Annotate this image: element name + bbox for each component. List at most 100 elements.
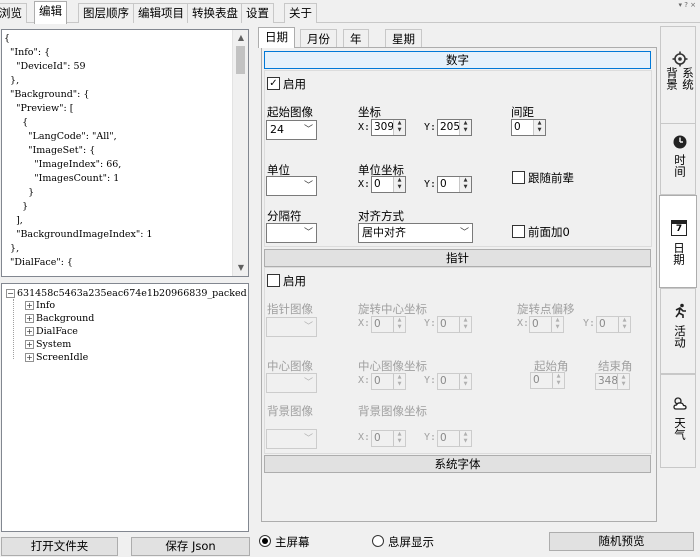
tab-about[interactable]: 关于	[284, 3, 317, 23]
tab-layer-order[interactable]: 图层顺序	[78, 3, 134, 23]
spin-up-icon[interactable]: ▲	[394, 374, 405, 381]
spin-buttons[interactable]: ▲ ▼	[459, 374, 471, 389]
tree-item-system[interactable]: + System	[25, 339, 71, 351]
start-angle-input[interactable]: 0 ▲ ▼	[530, 372, 565, 389]
start-image-select[interactable]: 24 ﹀	[266, 120, 317, 140]
scroll-thumb[interactable]	[236, 46, 245, 74]
spin-down-icon[interactable]: ▼	[394, 381, 405, 388]
window-hint[interactable]: ▾ ? ×	[678, 1, 696, 9]
bg-y-input[interactable]: 0 ▲ ▼	[437, 430, 472, 447]
spin-up-icon[interactable]: ▲	[460, 177, 471, 184]
spin-buttons[interactable]: ▲ ▼	[533, 120, 545, 135]
spin-up-icon[interactable]: ▲	[534, 120, 545, 127]
expand-icon[interactable]: +	[25, 327, 34, 336]
tab-date[interactable]: 7 日期	[659, 195, 697, 288]
spin-up-icon[interactable]: ▲	[552, 317, 563, 324]
tab-edit[interactable]: 编辑	[34, 1, 67, 24]
spin-up-icon[interactable]: ▲	[394, 317, 405, 324]
subtab-weekday[interactable]: 星期	[385, 29, 422, 48]
pointer-section-header[interactable]: 指针	[264, 249, 651, 267]
spin-down-icon[interactable]: ▼	[460, 127, 471, 134]
spin-up-icon[interactable]: ▲	[394, 431, 405, 438]
spin-buttons[interactable]: ▲ ▼	[551, 317, 563, 332]
subtab-year[interactable]: 年	[343, 29, 369, 48]
spin-down-icon[interactable]: ▼	[460, 438, 471, 445]
spacing-input[interactable]: 0 ▲ ▼	[511, 119, 546, 136]
collapse-icon[interactable]: −	[6, 289, 15, 298]
spin-buttons[interactable]: ▲ ▼	[393, 374, 405, 389]
scroll-down-arrow-icon[interactable]: ▼	[233, 260, 248, 276]
spin-down-icon[interactable]: ▼	[394, 184, 405, 191]
spin-buttons[interactable]: ▲ ▼	[393, 120, 405, 135]
json-tree-view[interactable]: −631458c5463a235eac674e1b20966839_packed…	[1, 283, 249, 532]
rot-offset-x-input[interactable]: 0 ▲ ▼	[529, 316, 564, 333]
end-angle-input[interactable]: 348 ▲ ▼	[595, 373, 630, 390]
tab-settings[interactable]: 设置	[241, 3, 274, 23]
spin-down-icon[interactable]: ▼	[394, 438, 405, 445]
spin-buttons[interactable]: ▲ ▼	[459, 120, 471, 135]
unit-x-input[interactable]: 0 ▲ ▼	[371, 176, 406, 193]
center-y-input[interactable]: 0 ▲ ▼	[437, 373, 472, 390]
spin-buttons[interactable]: ▲ ▼	[618, 317, 630, 332]
tree-item-info[interactable]: + Info	[25, 300, 55, 312]
follow-prev-checkbox[interactable]	[512, 171, 525, 184]
align-select[interactable]: 居中对齐 ﹀	[358, 223, 473, 243]
spin-up-icon[interactable]: ▲	[460, 317, 471, 324]
center-x-input[interactable]: 0 ▲ ▼	[371, 373, 406, 390]
save-json-button[interactable]: 保存 Json	[131, 537, 250, 556]
spin-down-icon[interactable]: ▼	[552, 324, 563, 331]
unit-select[interactable]: ﹀	[266, 176, 317, 196]
rot-center-x-input[interactable]: 0 ▲ ▼	[371, 316, 406, 333]
tab-edit-items[interactable]: 编辑项目	[133, 3, 189, 23]
tab-convert-dial[interactable]: 转换表盘	[187, 3, 243, 23]
spin-up-icon[interactable]: ▲	[460, 120, 471, 127]
bg-x-input[interactable]: 0 ▲ ▼	[371, 430, 406, 447]
leading-zero-checkbox[interactable]	[512, 225, 525, 238]
spin-buttons[interactable]: ▲ ▼	[393, 317, 405, 332]
tab-system-background[interactable]: 系统 背景	[660, 26, 696, 131]
spin-up-icon[interactable]: ▲	[460, 431, 471, 438]
spin-up-icon[interactable]: ▲	[394, 177, 405, 184]
expand-icon[interactable]: +	[25, 314, 34, 323]
main-screen-radio[interactable]	[259, 535, 271, 547]
scroll-up-arrow-icon[interactable]: ▲	[233, 30, 248, 46]
open-folder-button[interactable]: 打开文件夹	[1, 537, 118, 556]
tree-item-screenidle[interactable]: + ScreenIdle	[25, 352, 88, 364]
unit-y-input[interactable]: 0 ▲ ▼	[437, 176, 472, 193]
tree-root[interactable]: −631458c5463a235eac674e1b20966839_packed	[6, 288, 247, 300]
spin-down-icon[interactable]: ▼	[394, 127, 405, 134]
tab-time[interactable]: 时间	[660, 123, 696, 195]
system-font-section-header[interactable]: 系统字体	[264, 455, 651, 473]
json-text-box[interactable]: { "Info": { "DeviceId": 59 }, "Backgroun…	[1, 29, 249, 277]
spin-down-icon[interactable]: ▼	[619, 324, 630, 331]
separator-select[interactable]: ﹀	[266, 223, 317, 243]
spin-down-icon[interactable]: ▼	[553, 380, 564, 387]
pointer-enable-checkbox[interactable]	[267, 274, 280, 287]
spin-up-icon[interactable]: ▲	[618, 374, 629, 381]
rot-offset-y-input[interactable]: 0 ▲ ▼	[596, 316, 631, 333]
spin-up-icon[interactable]: ▲	[619, 317, 630, 324]
spin-buttons[interactable]: ▲ ▼	[617, 374, 629, 389]
subtab-month[interactable]: 月份	[300, 29, 337, 48]
spin-buttons[interactable]: ▲ ▼	[459, 177, 471, 192]
rot-center-y-input[interactable]: 0 ▲ ▼	[437, 316, 472, 333]
y-coord-input[interactable]: 205 ▲ ▼	[437, 119, 472, 136]
x-coord-input[interactable]: 309 ▲ ▼	[371, 119, 406, 136]
spin-buttons[interactable]: ▲ ▼	[459, 317, 471, 332]
random-preview-button[interactable]: 随机预览	[549, 532, 694, 551]
tab-browse[interactable]: 浏览	[0, 3, 27, 23]
center-image-select[interactable]: ﹀	[266, 373, 317, 393]
idle-screen-radio[interactable]	[372, 535, 384, 547]
spin-buttons[interactable]: ▲ ▼	[393, 431, 405, 446]
spin-down-icon[interactable]: ▼	[534, 127, 545, 134]
tree-item-dialface[interactable]: + DialFace	[25, 326, 78, 338]
spin-buttons[interactable]: ▲ ▼	[393, 177, 405, 192]
subtab-date[interactable]: 日期	[258, 27, 295, 48]
spin-up-icon[interactable]: ▲	[394, 120, 405, 127]
pointer-image-select[interactable]: ﹀	[266, 317, 317, 337]
spin-down-icon[interactable]: ▼	[394, 324, 405, 331]
expand-icon[interactable]: +	[25, 340, 34, 349]
tab-activity[interactable]: 活动	[660, 288, 696, 374]
spin-down-icon[interactable]: ▼	[460, 184, 471, 191]
expand-icon[interactable]: +	[25, 301, 34, 310]
